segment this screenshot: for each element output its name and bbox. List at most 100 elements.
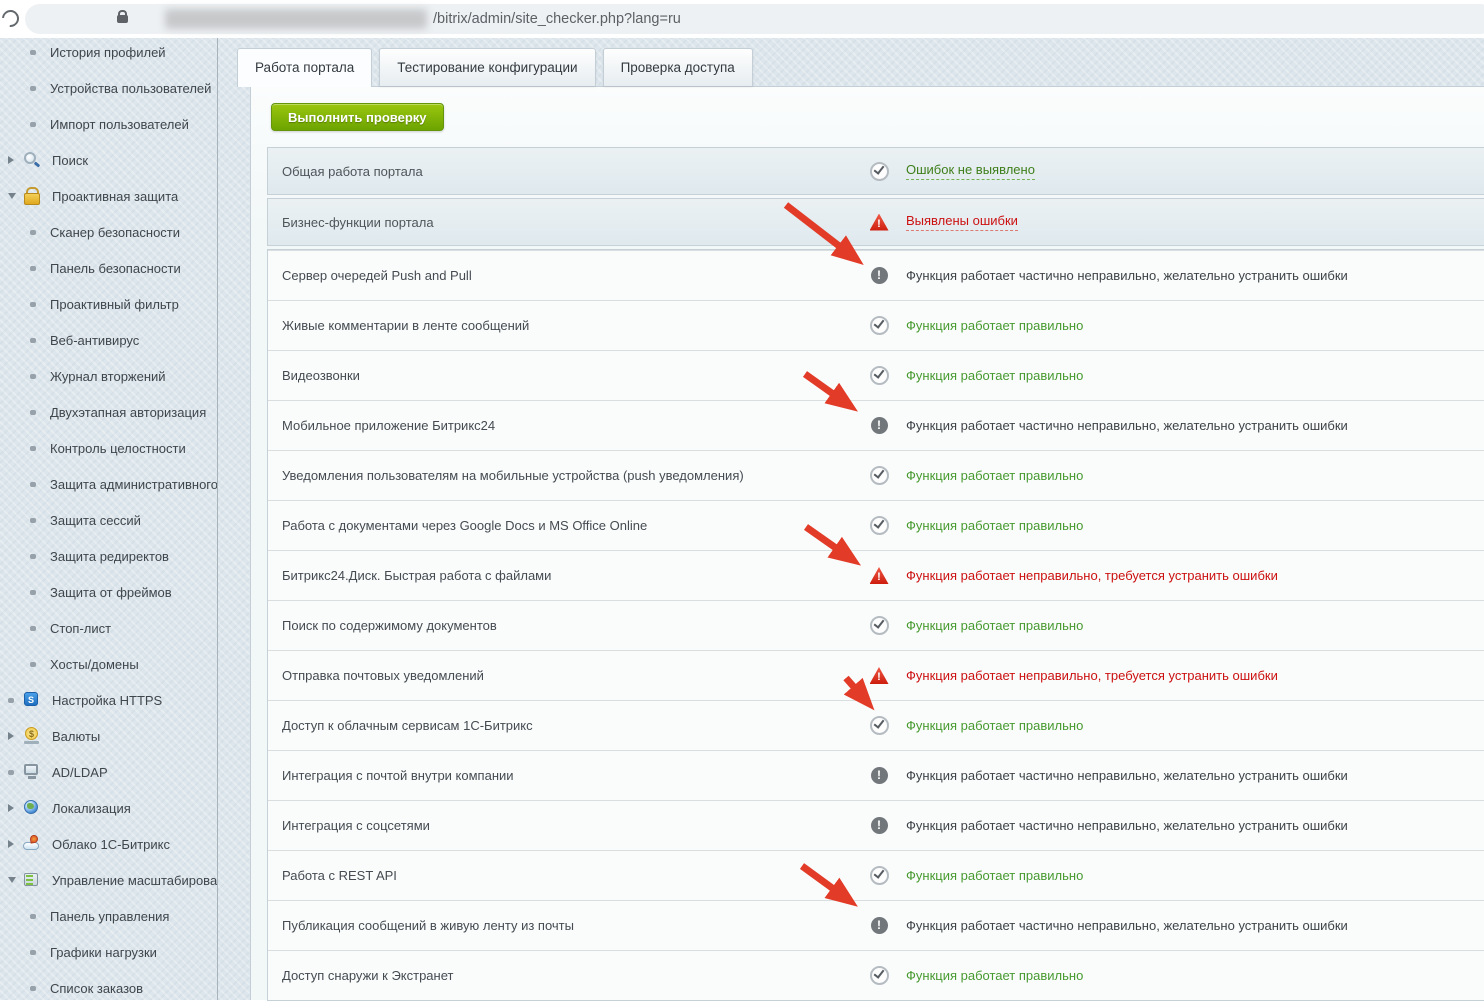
- check-rows: Сервер очередей Push and Pull Функция ра…: [267, 249, 1484, 1001]
- check-item-label: Доступ к облачным сервисам 1С-Битрикс: [268, 718, 864, 733]
- warning-triangle-icon: [870, 667, 889, 684]
- sidebar-item[interactable]: Импорт пользователей: [0, 106, 217, 142]
- sidebar-item-label: Список заказов: [44, 981, 143, 996]
- sidebar: История профилей Устройства пользователе…: [0, 38, 218, 1000]
- lock-icon: [117, 15, 128, 23]
- status-text: Функция работает правильно: [906, 718, 1083, 733]
- browser-bar: /bitrix/admin/site_checker.php?lang=ru: [0, 0, 1484, 38]
- section-result-link[interactable]: Ошибок не выявлено: [906, 162, 1035, 180]
- check-item-label: Уведомления пользователям на мобильные у…: [268, 468, 864, 483]
- sidebar-item-label: Проактивный фильтр: [44, 297, 179, 312]
- triangle-right-icon: [8, 732, 14, 740]
- lock-icon: [22, 187, 42, 205]
- status-text: Функция работает неправильно, требуется …: [906, 668, 1278, 683]
- sidebar-item-label: Стоп-лист: [44, 621, 111, 636]
- sidebar-item[interactable]: Панель управления: [0, 898, 217, 934]
- sidebar-item[interactable]: Облако 1С-Битрикс: [0, 826, 217, 862]
- sidebar-item[interactable]: История профилей: [0, 38, 217, 70]
- computer-icon: [22, 763, 42, 781]
- url-bar[interactable]: /bitrix/admin/site_checker.php?lang=ru: [25, 4, 1484, 34]
- status-text: Функция работает правильно: [906, 468, 1083, 483]
- bullet-icon: [30, 86, 36, 91]
- sidebar-item[interactable]: Проактивная защита: [0, 178, 217, 214]
- sidebar-item[interactable]: Устройства пользователей: [0, 70, 217, 106]
- sidebar-item[interactable]: Защита от фреймов: [0, 574, 217, 610]
- check-circle-icon: [870, 466, 889, 485]
- sidebar-item-label: Защита редиректов: [44, 549, 169, 564]
- https-icon: [22, 691, 42, 709]
- sidebar-item-label: Журнал вторжений: [44, 369, 166, 384]
- status-text: Функция работает правильно: [906, 518, 1083, 533]
- bullet-icon: [30, 122, 36, 127]
- bullet-icon: [30, 950, 36, 955]
- check-item-label: Доступ снаружи к Экстранет: [268, 968, 864, 983]
- bullet-icon: [8, 698, 14, 703]
- warning-triangle-icon: [870, 567, 889, 584]
- sidebar-item-label: Облако 1С-Битрикс: [46, 837, 170, 852]
- check-item-label: Видеозвонки: [268, 368, 864, 383]
- cloud-icon: [22, 835, 42, 853]
- reload-icon[interactable]: [0, 7, 22, 31]
- sidebar-menu: История профилей Устройства пользователе…: [0, 38, 217, 1000]
- globe-icon: [22, 799, 42, 817]
- check-circle-icon: [870, 366, 889, 385]
- sidebar-item-label: Панель безопасности: [44, 261, 181, 276]
- check-item-label: Публикация сообщений в живую ленту из по…: [268, 918, 864, 933]
- sidebar-item-label: Управление масштабированием: [46, 873, 218, 888]
- sidebar-item[interactable]: Веб-антивирус: [0, 322, 217, 358]
- table-row: Мобильное приложение Битрикс24 Функция р…: [268, 400, 1484, 450]
- sidebar-item[interactable]: Список заказов: [0, 970, 217, 1000]
- sidebar-item[interactable]: Стоп-лист: [0, 610, 217, 646]
- sidebar-item[interactable]: Поиск: [0, 142, 217, 178]
- sidebar-item-label: Двухэтапная авторизация: [44, 405, 206, 420]
- exclamation-circle-icon: [871, 817, 888, 834]
- sidebar-item[interactable]: Настройка HTTPS: [0, 682, 217, 718]
- sidebar-item[interactable]: Валюты: [0, 718, 217, 754]
- sidebar-item[interactable]: Двухэтапная авторизация: [0, 394, 217, 430]
- bullet-icon: [30, 662, 36, 667]
- bullet-icon: [30, 914, 36, 919]
- check-item-label: Битрикс24.Диск. Быстрая работа с файлами: [268, 568, 864, 583]
- bullet-icon: [30, 554, 36, 559]
- bullet-icon: [30, 50, 36, 55]
- table-row: Отправка почтовых уведомлений Функция ра…: [268, 650, 1484, 700]
- sidebar-item[interactable]: Журнал вторжений: [0, 358, 217, 394]
- triangle-down-icon: [8, 877, 16, 883]
- section-row: Общая работа портала Ошибок не выявлено: [267, 147, 1484, 195]
- sidebar-item[interactable]: AD/LDAP: [0, 754, 217, 790]
- sidebar-item[interactable]: Графики нагрузки: [0, 934, 217, 970]
- status-text: Функция работает частично неправильно, ж…: [906, 268, 1348, 283]
- tab-item[interactable]: Работа портала: [237, 48, 372, 87]
- status-text: Функция работает частично неправильно, ж…: [906, 918, 1348, 933]
- sidebar-item[interactable]: Контроль целостности: [0, 430, 217, 466]
- table-row: Поиск по содержимому документов Функция …: [268, 600, 1484, 650]
- sidebar-item[interactable]: Защита административного: [0, 466, 217, 502]
- section-label: Общая работа портала: [268, 164, 864, 179]
- sidebar-item[interactable]: Проактивный фильтр: [0, 286, 217, 322]
- sidebar-item[interactable]: Локализация: [0, 790, 217, 826]
- table-row: Интеграция с соцсетями Функция работает …: [268, 800, 1484, 850]
- sidebar-item[interactable]: Управление масштабированием: [0, 862, 217, 898]
- table-row: Доступ снаружи к Экстранет Функция работ…: [268, 950, 1484, 1000]
- check-item-label: Работа с документами через Google Docs и…: [268, 518, 864, 533]
- exclamation-circle-icon: [871, 917, 888, 934]
- sidebar-item-label: Контроль целостности: [44, 441, 186, 456]
- sidebar-item[interactable]: Защита сессий: [0, 502, 217, 538]
- section-rows: Общая работа портала Ошибок не выявлено …: [267, 147, 1484, 246]
- bullet-icon: [30, 626, 36, 631]
- section-result-link[interactable]: Выявлены ошибки: [906, 213, 1018, 231]
- table-row: Доступ к облачным сервисам 1С-Битрикс Фу…: [268, 700, 1484, 750]
- status-text: Функция работает правильно: [906, 618, 1083, 633]
- tab-item[interactable]: Тестирование конфигурации: [379, 48, 595, 86]
- sidebar-item[interactable]: Панель безопасности: [0, 250, 217, 286]
- sidebar-item-label: Сканер безопасности: [44, 225, 180, 240]
- sidebar-item[interactable]: Хосты/домены: [0, 646, 217, 682]
- bullet-icon: [30, 446, 36, 451]
- run-check-button[interactable]: Выполнить проверку: [271, 103, 444, 131]
- sidebar-item[interactable]: Защита редиректов: [0, 538, 217, 574]
- check-circle-icon: [870, 966, 889, 985]
- tab-item[interactable]: Проверка доступа: [603, 48, 753, 86]
- sidebar-item-label: AD/LDAP: [46, 765, 108, 780]
- triangle-right-icon: [8, 156, 14, 164]
- sidebar-item[interactable]: Сканер безопасности: [0, 214, 217, 250]
